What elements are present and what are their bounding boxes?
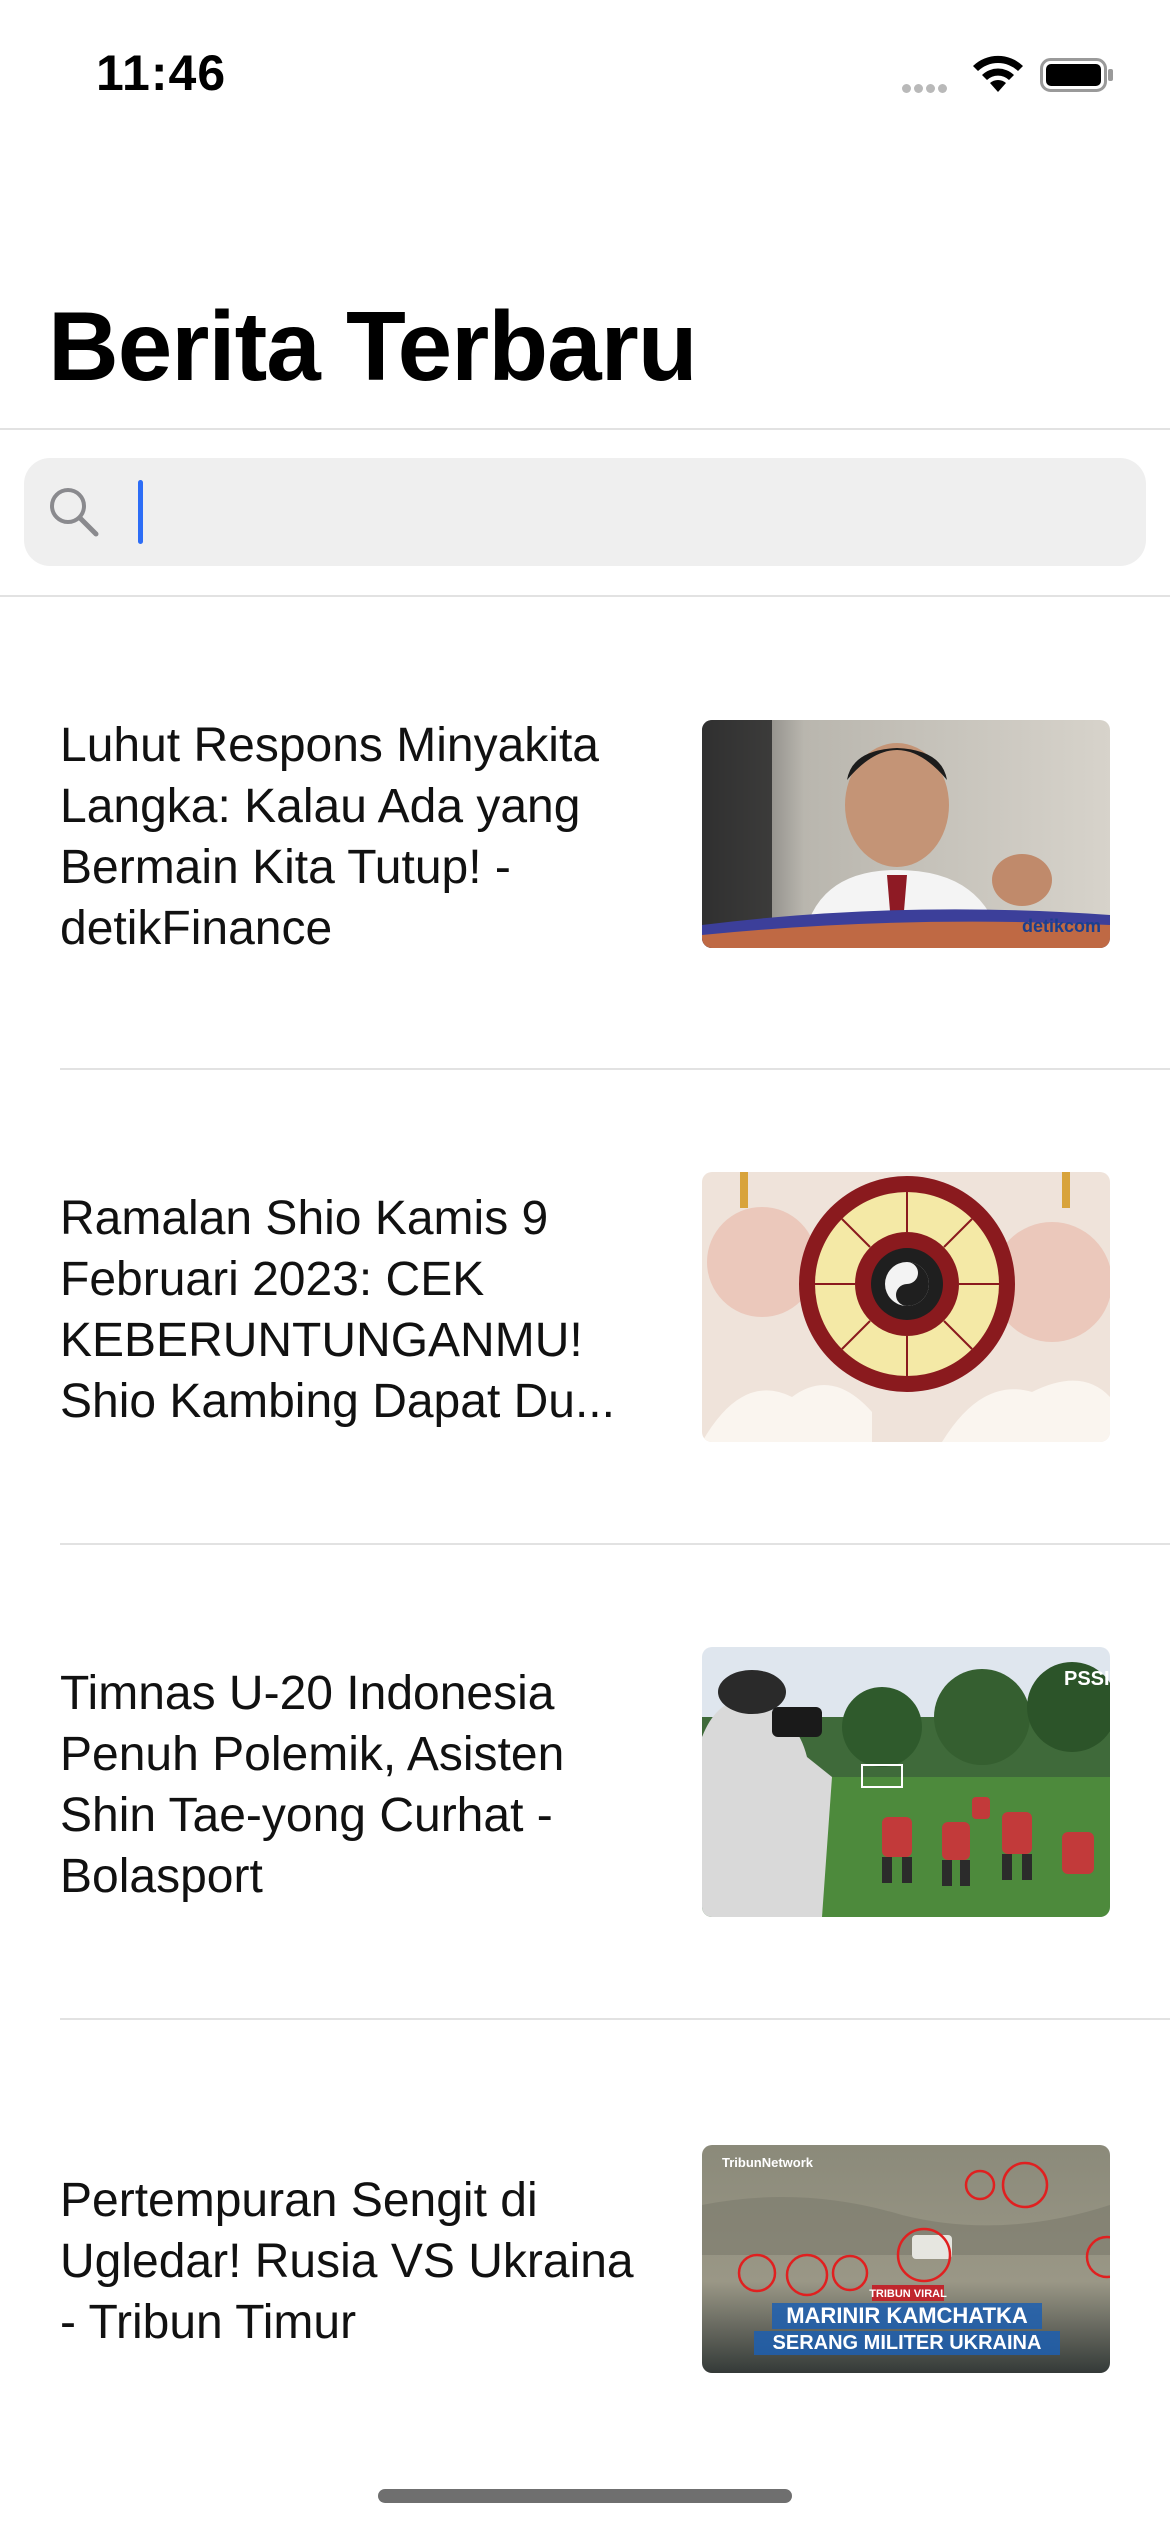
status-time: 11:46 (96, 45, 227, 101)
thumbnail-watermark: detikcom (1022, 916, 1101, 936)
thumbnail-watermark: PSSI (1064, 1668, 1110, 1690)
news-thumbnail (702, 1172, 1110, 1442)
search-divider (0, 595, 1170, 597)
news-title: Timnas U-20 Indonesia Penuh Polemik, Asi… (60, 1667, 565, 1903)
news-title: Ramalan Shio Kamis 9 Februari 2023: CEK … (60, 1192, 615, 1428)
battery-icon (1040, 58, 1113, 92)
thumbnail-brand: TribunNetwork (722, 2155, 814, 2170)
search-icon (50, 488, 99, 537)
news-thumbnail: PSSI (702, 1647, 1110, 1917)
thumbnail-headline-2: SERANG MILITER UKRAINA (773, 2332, 1042, 2354)
news-thumbnail: detikcom (702, 720, 1110, 948)
news-item[interactable]: Pertempuran Sengit di Ugledar! Rusia VS … (0, 2020, 1170, 2460)
search-bar[interactable] (24, 458, 1146, 566)
header-divider (0, 428, 1170, 430)
wifi-icon (973, 55, 1023, 92)
search-input[interactable] (120, 478, 1120, 546)
news-title: Luhut Respons Minyakita Langka: Kalau Ad… (60, 719, 599, 955)
thumbnail-headline-1: MARINIR KAMCHATKA (786, 2303, 1028, 2328)
page-title: Berita Terbaru (48, 291, 698, 401)
status-bar: 11:46 (0, 0, 1170, 150)
news-title: Pertempuran Sengit di Ugledar! Rusia VS … (60, 2174, 634, 2349)
news-thumbnail: TribunNetwork TRIBUN VIRAL MARINIR KAMCH… (702, 2145, 1110, 2373)
news-item[interactable]: Luhut Respons Minyakita Langka: Kalau Ad… (0, 700, 1170, 1070)
cellular-signal-icon (902, 80, 950, 98)
home-indicator[interactable] (378, 2489, 792, 2503)
text-cursor (138, 480, 143, 544)
thumbnail-badge: TRIBUN VIRAL (869, 2288, 947, 2300)
news-item[interactable]: Ramalan Shio Kamis 9 Februari 2023: CEK … (0, 1070, 1170, 1545)
news-item[interactable]: Timnas U-20 Indonesia Penuh Polemik, Asi… (0, 1545, 1170, 2020)
